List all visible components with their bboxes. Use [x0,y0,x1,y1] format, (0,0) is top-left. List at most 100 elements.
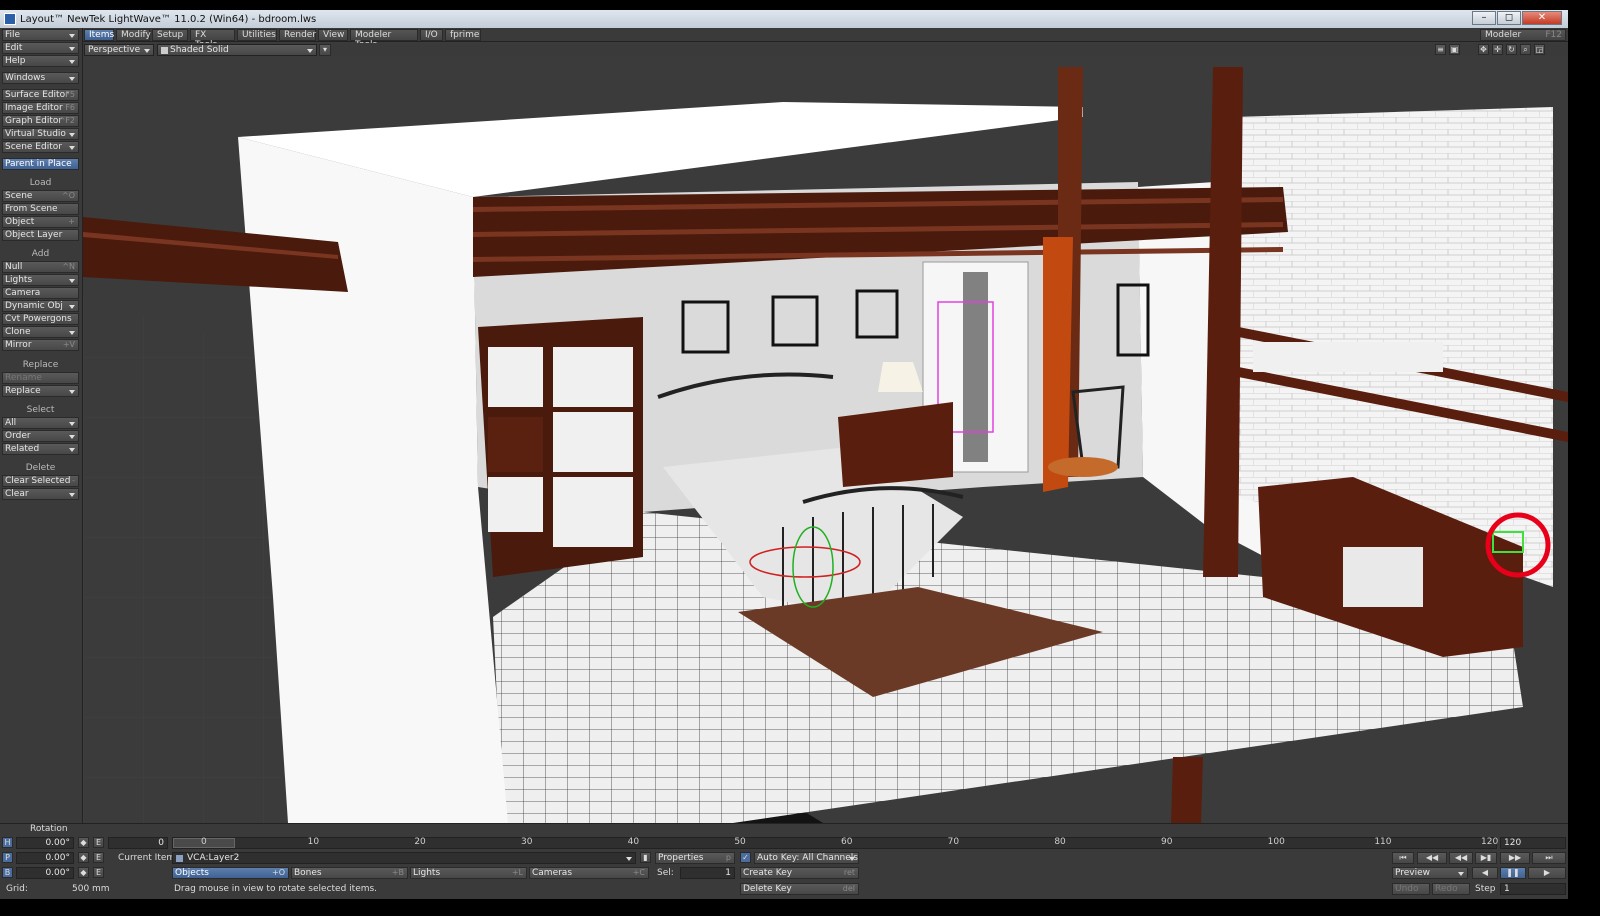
sidebar-object-layer-button[interactable]: Object Layer [2,229,79,241]
sidebar-scene-editor-button[interactable]: Scene Editor [2,141,79,153]
timeline-tick-label: 10 [307,837,320,847]
sidebar-cvt-powergons-button[interactable]: Cvt Powergons [2,313,79,325]
step-back-icon[interactable]: ◀◀ [1417,852,1447,864]
pitch-field[interactable]: 0.00° [16,852,74,864]
h-step-icon[interactable]: ◆ [78,837,89,848]
menu-tab-fprime[interactable]: fprime [445,29,481,41]
sidebar-clone-button[interactable]: Clone [2,326,79,338]
menu-tab-render[interactable]: Render [279,29,316,41]
sidebar-image-editor-button[interactable]: Image Editor F6 [2,102,79,114]
sidebar-virtual-studio-button[interactable]: Virtual Studio [2,128,79,140]
sidebar-mirror-button[interactable]: Mirror +V [2,339,79,351]
lights-filter-button[interactable]: Lights +L [410,867,527,879]
h-channel-label: H [2,837,13,848]
sidebar-object-button[interactable]: Object + [2,216,79,228]
timeline-tick-label: 100 [1267,837,1285,847]
pause-icon[interactable]: ❚❚ [1500,867,1526,879]
step-field[interactable]: 1 [1500,883,1566,895]
sidebar-rename-button[interactable]: Rename [2,372,79,384]
end-frame-field[interactable]: 120 [1500,837,1566,849]
menu-tab-setup[interactable]: Setup [152,29,188,41]
sidebar-related-button[interactable]: Related [2,443,79,455]
menu-tab-items[interactable]: Items [84,29,114,41]
preview-select[interactable]: Preview [1392,867,1468,879]
first-frame-icon[interactable]: ⏮ [1392,852,1414,864]
sidebar-order-button[interactable]: Order [2,430,79,442]
sidebar-all-button[interactable]: All [2,417,79,429]
maximize-button[interactable]: ◻ [1497,11,1521,25]
move-view-icon[interactable]: ✥ [1478,44,1489,55]
menu-tab-view[interactable]: View [318,29,348,41]
maximize-viewport-icon[interactable]: ▣ [1449,44,1460,55]
autokey-select[interactable]: Auto Key: All Channels [754,852,859,864]
bottom-panel: Rotation H 0.00° ◆ E P 0.00° ◆ E B 0.00°… [0,823,1568,899]
b-step-icon[interactable]: ◆ [78,867,89,878]
prev-key-icon[interactable]: ◀◀ [1449,852,1473,864]
rotate-view-icon[interactable]: ↻ [1506,44,1517,55]
window-title: Layout™ NewTek LightWave™ 11.0.2 (Win64)… [20,13,317,25]
shading-select[interactable]: Shaded Solid [157,44,317,56]
zoom-view-icon[interactable]: ⌕ [1520,44,1531,55]
b-envelope-button[interactable]: E [93,867,104,878]
sidebar-edit-button[interactable]: Edit [2,42,79,54]
menu-tab-fx-tools[interactable]: FX Tools [190,29,235,50]
item-info-icon[interactable]: ▮ [640,852,651,863]
timeline-tick-label: 70 [947,837,960,847]
sidebar-help-button[interactable]: Help [2,55,79,67]
menu-tab-modeler-tools[interactable]: Modeler Tools [350,29,418,50]
redo-button[interactable]: Redo [1432,883,1470,895]
3d-viewport[interactable] [83,57,1568,823]
undo-button[interactable]: Undo [1392,883,1430,895]
close-button[interactable]: ✕ [1522,11,1562,25]
p-step-icon[interactable]: ◆ [78,852,89,863]
h-envelope-button[interactable]: E [93,837,104,848]
delete-key-button[interactable]: Delete Key del [740,883,859,895]
next-key-icon[interactable]: ▶▮ [1475,852,1497,864]
dropdown-arrow-icon [69,435,75,439]
cameras-filter-button[interactable]: Cameras +C [529,867,649,879]
pan-view-icon[interactable]: ✛ [1492,44,1503,55]
timeline-tick-label: 80 [1054,837,1066,847]
sidebar-graph-editor-button[interactable]: Graph Editor ^F2 [2,115,79,127]
sidebar-from-scene-button[interactable]: From Scene [2,203,79,215]
sidebar-clear-selected-button[interactable]: Clear Selected - [2,475,79,487]
menu-tab-utilities[interactable]: Utilities [237,29,277,41]
last-frame-icon[interactable]: ⏭ [1532,852,1566,864]
bank-field[interactable]: 0.00° [16,867,74,879]
sidebar-file-button[interactable]: File [2,29,79,41]
sidebar-scene-button[interactable]: Scene ^O [2,190,79,202]
sidebar-surface-editor-button[interactable]: Surface Editor F5 [2,89,79,101]
heading-field[interactable]: 0.00° [16,837,74,849]
modeler-button[interactable]: Modeler F12 [1480,29,1566,41]
current-item-select[interactable]: VCA:Layer2 [172,852,636,864]
p-envelope-button[interactable]: E [93,852,104,863]
dropdown-arrow-icon [69,422,75,426]
menu-tab-modify[interactable]: Modify [116,29,151,41]
viewport-toolbar: Perspective Shaded Solid ▾ ≡ ▣ ✥ ✛ ↻ ⌕ ◲ [83,43,1568,57]
sidebar-dynamic-obj-button[interactable]: Dynamic Obj [2,300,79,312]
sidebar-lights-button[interactable]: Lights [2,274,79,286]
create-key-button[interactable]: Create Key ret [740,867,859,879]
center-view-icon[interactable]: ◲ [1534,44,1545,55]
objects-filter-button[interactable]: Objects +O [172,867,289,879]
list-icon[interactable]: ≡ [1435,44,1446,55]
sidebar-camera-button[interactable]: Camera [2,287,79,299]
sidebar-windows-button[interactable]: Windows [2,72,79,84]
play-forward-icon[interactable]: ▶ [1528,867,1566,879]
view-mode-select[interactable]: Perspective [84,44,154,56]
view-options-icon[interactable]: ▾ [319,44,331,56]
menu-tab-i-o[interactable]: I/O [420,29,443,41]
properties-button[interactable]: Properties p [655,852,735,864]
sidebar-replace-button[interactable]: Replace [2,385,79,397]
rotation-title: Rotation [30,824,68,834]
autokey-checkbox[interactable]: ✓ [740,852,751,863]
minimize-button[interactable]: – [1472,11,1496,25]
start-frame-field[interactable]: 0 [108,837,168,849]
sidebar-null-button[interactable]: Null ^N [2,261,79,273]
sidebar-parent-in-place-button[interactable]: Parent in Place [2,158,79,170]
sidebar-clear-button[interactable]: Clear [2,488,79,500]
step-forward-icon[interactable]: ▶▶ [1500,852,1530,864]
bones-filter-button[interactable]: Bones +B [291,867,408,879]
play-reverse-icon[interactable]: ◀ [1472,867,1498,879]
timeline-slider[interactable]: 0 10 20 30 40 50 60 70 80 90 100 110 120 [172,837,1498,849]
